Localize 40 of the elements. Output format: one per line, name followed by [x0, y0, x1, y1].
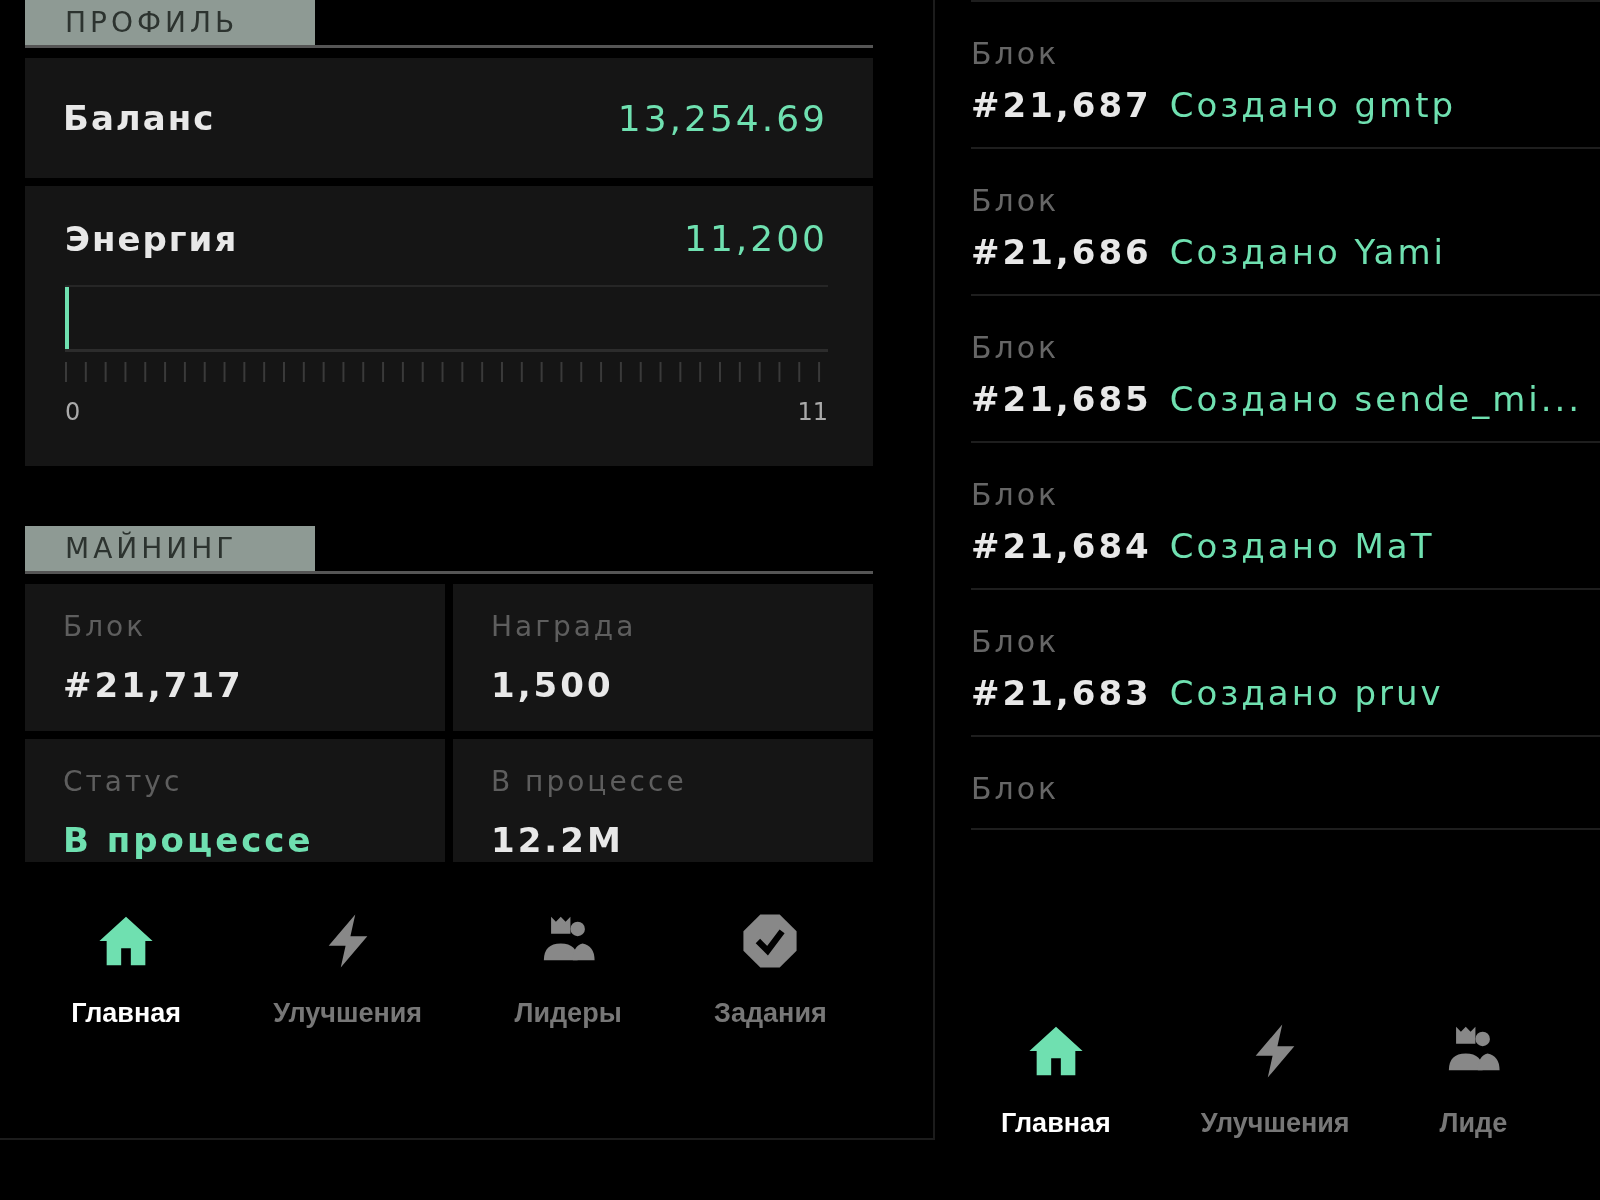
stat-value: #21,717	[63, 665, 245, 705]
scale-max: 11	[797, 398, 828, 426]
block-label: Блок	[971, 477, 1061, 512]
section-title: МАЙНИНГ	[25, 526, 315, 571]
nav-tab[interactable]: Задания	[714, 912, 827, 1029]
stat-value: В процессе	[63, 820, 315, 860]
block-label: Блок	[971, 624, 1061, 659]
block-text: Создано MaT	[1169, 526, 1435, 566]
block-text: Создано sende_mi...	[1169, 379, 1583, 419]
block-number: #21,683	[971, 673, 1152, 713]
nav-tab[interactable]: Главная	[71, 912, 181, 1029]
scale-min: 0	[65, 398, 81, 426]
stat-label: Статус	[63, 765, 184, 798]
stat-label: Награда	[491, 610, 638, 643]
block-number: #21,687	[971, 85, 1152, 125]
stat-value: 12.2M	[491, 820, 625, 860]
energy-value: 11,200	[684, 218, 828, 259]
block-text: Создано gmtp	[1169, 85, 1457, 125]
stat-value: 1,500	[491, 665, 615, 705]
block-label: Блок	[971, 183, 1061, 218]
nav-tab[interactable]: Главная	[1001, 1022, 1111, 1139]
energy-label: Энергия	[65, 218, 239, 259]
nav-tab[interactable]: Лиде	[1439, 1022, 1508, 1139]
nav-tab[interactable]: Лидеры	[514, 912, 622, 1029]
block-text: Создано pruv	[1169, 673, 1444, 713]
block-number: #21,686	[971, 232, 1152, 272]
stat-label: В процессе	[491, 765, 688, 798]
section-title: ПРОФИЛЬ	[25, 0, 315, 45]
block-number: #21,684	[971, 526, 1152, 566]
block-number: #21,685	[971, 379, 1152, 419]
stat-label: Блок	[63, 610, 148, 643]
check-badge-icon	[741, 912, 800, 970]
balance-label: Баланс	[63, 98, 216, 138]
block-label: Блок	[971, 36, 1061, 71]
balance-value: 13,254.69	[617, 97, 828, 139]
block-label: Блок	[971, 771, 1061, 806]
nav-tab[interactable]: Улучшения	[1200, 1022, 1350, 1139]
nav-tab[interactable]: Улучшения	[273, 912, 423, 1029]
block-text: Создано Yami	[1169, 232, 1446, 272]
block-label: Блок	[971, 330, 1061, 365]
